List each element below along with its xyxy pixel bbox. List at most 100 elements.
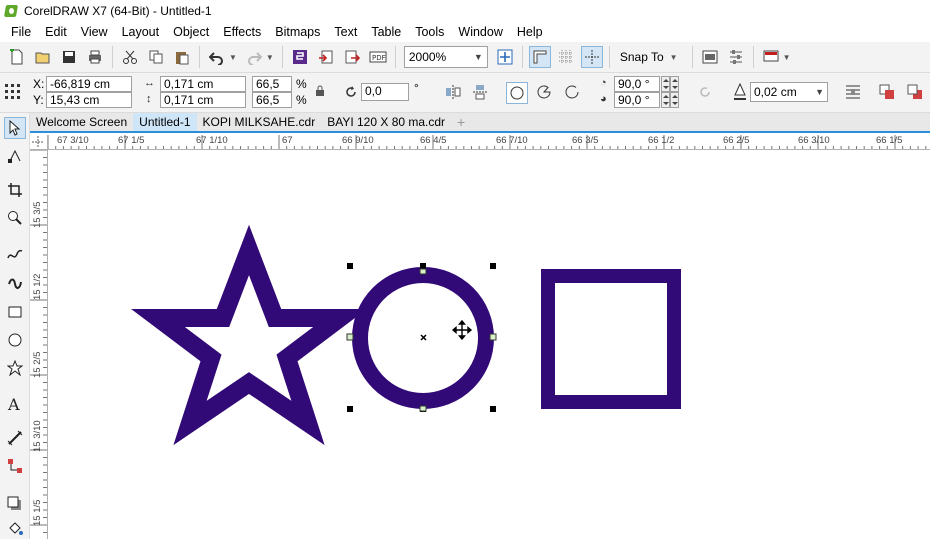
menu-view[interactable]: View xyxy=(74,25,115,39)
welcome-screen-button[interactable] xyxy=(699,46,721,68)
ruler-origin[interactable] xyxy=(30,135,48,150)
full-screen-preview-button[interactable] xyxy=(494,46,516,68)
square-shape[interactable] xyxy=(541,269,681,409)
cut-button[interactable] xyxy=(119,46,141,68)
outline-width-select[interactable]: 0,02 cm ▼ xyxy=(750,82,828,102)
arc-mode-button[interactable] xyxy=(562,82,584,104)
svg-text:PDF: PDF xyxy=(372,54,386,62)
connector-tool[interactable] xyxy=(4,455,26,477)
change-direction-button[interactable] xyxy=(696,83,714,101)
horizontal-ruler[interactable]: 67 3/10 67 1/5 67 1/10 67 66 9/10 66 4/5… xyxy=(48,135,930,150)
add-tab-icon[interactable]: + xyxy=(451,113,471,131)
save-icon xyxy=(63,51,75,63)
show-rulers-button[interactable] xyxy=(528,46,551,68)
menu-table[interactable]: Table xyxy=(364,25,408,39)
artistic-media-tool[interactable] xyxy=(4,271,26,293)
menu-edit[interactable]: Edit xyxy=(38,25,74,39)
search-content-button[interactable] xyxy=(289,46,311,68)
x-position-field[interactable]: -66,819 cm xyxy=(46,76,132,92)
shape-tool[interactable] xyxy=(4,145,26,167)
y-position-field[interactable]: 15,43 cm xyxy=(46,92,132,108)
undo-button[interactable] xyxy=(206,46,228,68)
show-guidelines-button[interactable] xyxy=(580,46,603,68)
mirror-vertical-button[interactable] xyxy=(471,83,489,101)
save-button[interactable] xyxy=(58,46,80,68)
end-angle-spinner[interactable] xyxy=(661,92,670,108)
menu-effects[interactable]: Effects xyxy=(216,25,268,39)
menu-window[interactable]: Window xyxy=(451,25,509,39)
text-tool[interactable]: A xyxy=(4,393,26,415)
new-document-button[interactable] xyxy=(6,46,28,68)
start-angle-spinner[interactable] xyxy=(670,76,679,92)
options-button[interactable] xyxy=(725,46,747,68)
menu-object[interactable]: Object xyxy=(166,25,216,39)
rectangle-tool[interactable] xyxy=(4,301,26,323)
lock-ratio-button[interactable] xyxy=(314,85,328,99)
document-tabs: Welcome Screen Untitled-1 KOPI MILKSAHE.… xyxy=(30,113,930,133)
tab-welcome-screen[interactable]: Welcome Screen xyxy=(30,113,133,131)
pie-mode-button[interactable] xyxy=(534,82,556,104)
object-width-field[interactable]: 0,171 cm xyxy=(160,76,246,92)
print-button[interactable] xyxy=(84,46,106,68)
pick-tool[interactable] xyxy=(4,117,26,139)
parallel-dimension-tool[interactable] xyxy=(4,427,26,449)
export-button[interactable] xyxy=(341,46,363,68)
zoom-tool[interactable] xyxy=(4,207,26,229)
scale-y-field[interactable]: 66,5 xyxy=(252,92,292,108)
tab-kopi-milksahe[interactable]: KOPI MILKSAHE.cdr xyxy=(197,113,322,131)
polygon-tool[interactable] xyxy=(4,357,26,379)
publish-pdf-button[interactable]: PDF xyxy=(367,46,389,68)
copy-button[interactable] xyxy=(145,46,167,68)
ruler-label: 67 1/10 xyxy=(196,135,228,146)
object-origin-button[interactable] xyxy=(4,83,24,103)
menu-bar: File Edit View Layout Object Effects Bit… xyxy=(0,22,930,42)
ruler-label: 66 4/5 xyxy=(420,135,447,146)
scale-x-field[interactable]: 66,5 xyxy=(252,76,292,92)
chevron-down-icon[interactable]: ▼ xyxy=(783,53,791,62)
end-angle-spinner[interactable] xyxy=(670,92,679,108)
start-angle-field[interactable]: 90,0 ° xyxy=(614,76,660,92)
drawing-canvas[interactable] xyxy=(49,151,930,539)
pie-icon xyxy=(537,85,551,99)
crop-tool[interactable] xyxy=(4,179,26,201)
import-button[interactable] xyxy=(315,46,337,68)
snap-to-dropdown[interactable]: Snap To ▼ xyxy=(614,50,688,64)
show-grid-button[interactable] xyxy=(555,46,577,68)
undo-dropdown-icon[interactable]: ▼ xyxy=(229,53,237,62)
menu-help[interactable]: Help xyxy=(510,25,550,39)
tab-bayi-120x80[interactable]: BAYI 120 X 80 ma.cdr xyxy=(321,113,451,131)
menu-file[interactable]: File xyxy=(4,25,38,39)
start-angle-spinner[interactable] xyxy=(661,76,670,92)
menu-text[interactable]: Text xyxy=(327,25,364,39)
mirror-horizontal-button[interactable] xyxy=(444,83,462,101)
move-cursor-icon xyxy=(451,319,473,341)
vertical-ruler[interactable]: 15 3/5 15 1/2 15 2/5 15 3/10 15 1/5 xyxy=(30,150,48,539)
redo-dropdown-icon[interactable]: ▼ xyxy=(266,53,274,62)
ruler-label: 15 2/5 xyxy=(32,351,43,378)
wrap-text-button[interactable] xyxy=(844,83,862,101)
menu-layout[interactable]: Layout xyxy=(115,25,167,39)
svg-text:A: A xyxy=(7,395,20,413)
menu-bitmaps[interactable]: Bitmaps xyxy=(268,25,327,39)
to-back-button[interactable] xyxy=(906,83,924,101)
redo-button[interactable] xyxy=(243,46,265,68)
rotation-angle-field[interactable]: 0,0 xyxy=(361,83,409,101)
fill-tool[interactable] xyxy=(4,517,26,539)
center-marker-icon xyxy=(420,334,427,341)
object-height-field[interactable]: 0,171 cm xyxy=(160,92,246,108)
selection-handles[interactable] xyxy=(347,263,496,412)
tab-untitled-1[interactable]: Untitled-1 xyxy=(133,113,197,131)
zoom-level-select[interactable]: 2000% ▼ xyxy=(403,46,488,68)
ellipse-tool[interactable] xyxy=(4,329,26,351)
ellipse-mode-button[interactable] xyxy=(506,82,528,104)
title-bar: CorelDRAW X7 (64-Bit) - Untitled-1 xyxy=(0,0,930,22)
open-button[interactable] xyxy=(32,46,54,68)
drop-shadow-tool[interactable] xyxy=(4,493,26,515)
freehand-tool[interactable] xyxy=(4,243,26,265)
to-front-button[interactable] xyxy=(878,83,896,101)
application-launcher-button[interactable] xyxy=(760,46,782,68)
star-shape[interactable] xyxy=(131,224,367,446)
end-angle-field[interactable]: 90,0 ° xyxy=(614,92,660,108)
menu-tools[interactable]: Tools xyxy=(408,25,451,39)
paste-button[interactable] xyxy=(171,46,193,68)
